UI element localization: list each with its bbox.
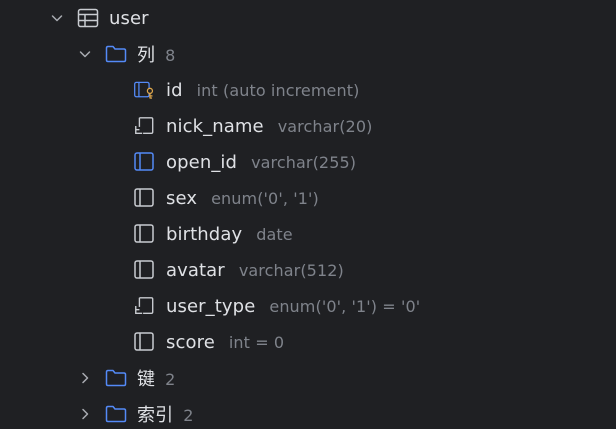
column-label: sex enum('0', '1'): [166, 188, 319, 209]
column-label: id int (auto increment): [166, 80, 359, 101]
column-name: id: [166, 79, 183, 101]
column-label: open_id varchar(255): [166, 152, 356, 173]
column-name: birthday: [166, 223, 243, 245]
column-label: user_type enum('0', '1') = '0': [166, 296, 420, 317]
unique-column-icon: [133, 151, 155, 173]
column-type: varchar(512): [238, 260, 344, 280]
column-type: enum('0', '1'): [211, 188, 319, 208]
column-type: enum('0', '1') = '0': [269, 296, 421, 316]
column-name: user_type: [166, 295, 256, 317]
folder-icon: [105, 43, 127, 65]
column-name: score: [166, 331, 215, 353]
item-count: 2: [165, 370, 176, 389]
column-type: int = 0: [228, 332, 285, 352]
item-count: 2: [183, 406, 194, 425]
column-row-id[interactable]: id int (auto increment): [0, 72, 616, 108]
folder-icon: [105, 367, 127, 389]
chevron-right-icon[interactable]: [78, 407, 92, 421]
column-row-birthday[interactable]: birthday date: [0, 216, 616, 252]
column-label: score int = 0: [166, 332, 284, 353]
folder-label: 键: [137, 369, 156, 390]
tree-node-table-user[interactable]: user: [0, 0, 616, 36]
tree-node-columns-folder[interactable]: 列8: [0, 36, 616, 72]
indexes-folder-label: 索引 2: [137, 401, 193, 427]
primary-key-column-icon: [133, 79, 155, 101]
folder-icon: [105, 403, 127, 425]
column-row-sex[interactable]: sex enum('0', '1'): [0, 180, 616, 216]
column-icon: [133, 259, 155, 281]
indexed-column-icon: [133, 295, 155, 317]
column-type: int (auto increment): [196, 80, 360, 100]
column-type: varchar(20): [277, 116, 373, 136]
item-count: 8: [165, 46, 176, 65]
column-row-open-id[interactable]: open_id varchar(255): [0, 144, 616, 180]
column-row-nick-name[interactable]: nick_name varchar(20): [0, 108, 616, 144]
folder-label: 索引: [137, 405, 174, 426]
database-tree: user 列8 id int (auto increment) nick_name…: [0, 0, 616, 429]
columns-folder-label: 列8: [137, 41, 175, 67]
column-label: avatar varchar(512): [166, 260, 344, 281]
column-icon: [133, 187, 155, 209]
column-row-avatar[interactable]: avatar varchar(512): [0, 252, 616, 288]
folder-label: 列: [137, 45, 156, 66]
column-row-score[interactable]: score int = 0: [0, 324, 616, 360]
column-name: open_id: [166, 151, 238, 173]
indexed-column-icon: [133, 115, 155, 137]
tree-node-keys-folder[interactable]: 键2: [0, 360, 616, 396]
column-name: avatar: [166, 259, 225, 281]
column-icon: [133, 331, 155, 353]
table-name: user: [109, 7, 149, 29]
chevron-right-icon[interactable]: [78, 371, 92, 385]
column-label: birthday date: [166, 224, 293, 245]
tree-node-indexes-folder[interactable]: 索引 2: [0, 396, 616, 429]
chevron-down-icon[interactable]: [78, 47, 92, 61]
chevron-down-icon[interactable]: [50, 11, 64, 25]
column-icon: [133, 223, 155, 245]
keys-folder-label: 键2: [137, 365, 175, 391]
column-row-user-type[interactable]: user_type enum('0', '1') = '0': [0, 288, 616, 324]
column-label: nick_name varchar(20): [166, 116, 372, 137]
column-type: date: [256, 224, 293, 244]
column-name: nick_name: [166, 115, 264, 137]
column-name: sex: [166, 187, 198, 209]
table-icon: [77, 7, 99, 29]
column-type: varchar(255): [251, 152, 357, 172]
